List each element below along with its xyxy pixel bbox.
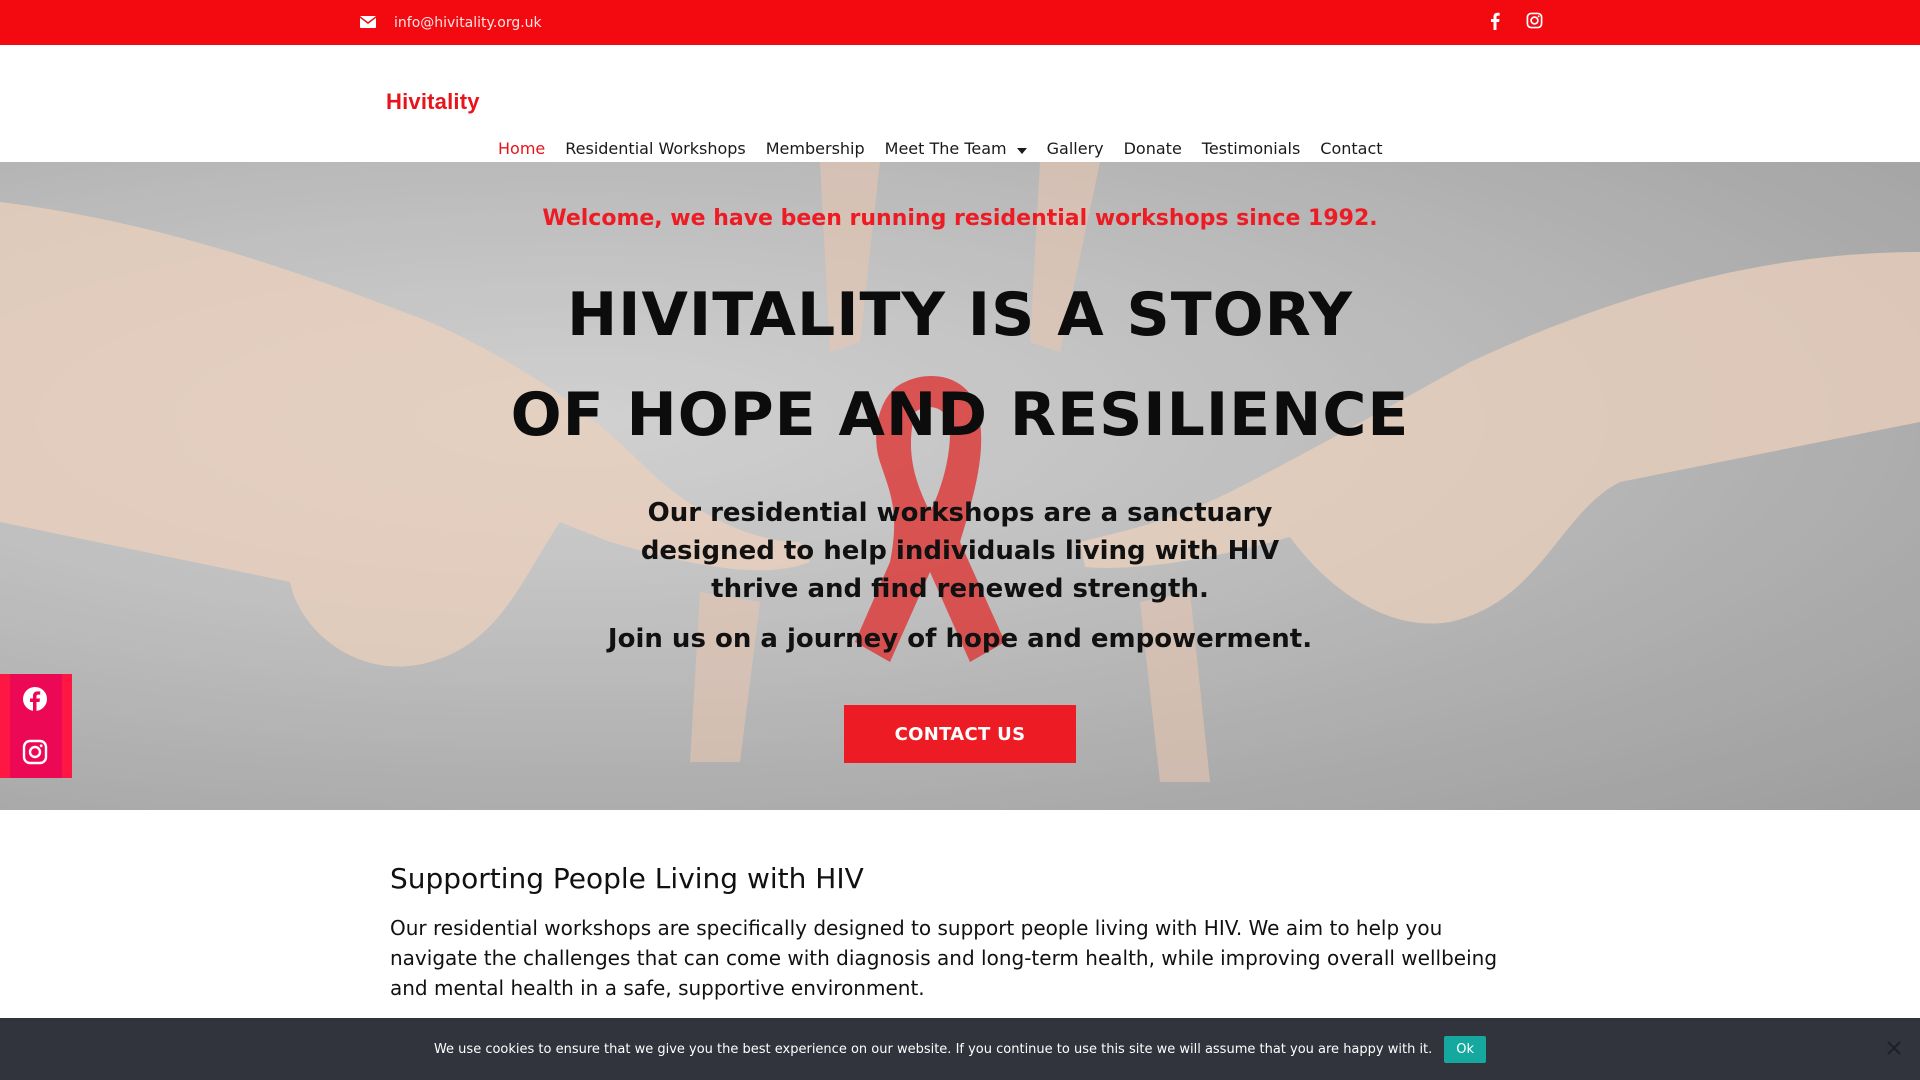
- section-body: Our residential workshops are specifical…: [390, 916, 1498, 1000]
- nav-item-label: Contact: [1320, 139, 1383, 158]
- intro-section: Supporting People Living with HIV Our re…: [390, 862, 1530, 1003]
- facebook-icon[interactable]: [22, 686, 48, 712]
- nav-item-label: Residential Workshops: [565, 139, 746, 158]
- hero-headline-line-2: OF HOPE AND RESILIENCE: [510, 380, 1410, 450]
- contact-us-button[interactable]: CONTACT US: [844, 705, 1076, 763]
- nav-item-contact[interactable]: Contact: [1310, 139, 1392, 158]
- hero-join-text: Join us on a journey of hope and empower…: [607, 624, 1313, 654]
- floating-social-bar: [0, 674, 72, 778]
- facebook-icon[interactable]: [1490, 12, 1500, 34]
- hero-headline-line-1: HIVITALITY IS A STORY: [566, 280, 1354, 350]
- nav-item-label: Gallery: [1046, 139, 1104, 158]
- email-text: info@hivitality.org.uk: [394, 14, 542, 31]
- topbar-socials: [1490, 0, 1543, 45]
- cookie-ok-button[interactable]: Ok: [1444, 1035, 1487, 1063]
- cookie-message-row: We use cookies to ensure that we give yo…: [0, 1018, 1920, 1080]
- instagram-icon[interactable]: [1526, 12, 1543, 33]
- contact-email-link[interactable]: info@hivitality.org.uk: [359, 0, 542, 45]
- nav-item-label: Home: [498, 139, 546, 158]
- section-title: Supporting People Living with HIV: [390, 862, 864, 895]
- nav-item-membership[interactable]: Membership: [756, 139, 875, 158]
- main-navigation: Hivitality Home Residential Workshops Me…: [0, 45, 1920, 162]
- nav-item-label: Meet The Team: [884, 139, 1007, 158]
- nav-item-testimonials[interactable]: Testimonials: [1192, 139, 1311, 158]
- nav-item-label: Donate: [1123, 139, 1182, 158]
- nav-item-label: Membership: [765, 139, 865, 158]
- top-bar: info@hivitality.org.uk: [0, 0, 1920, 45]
- nav-item-donate[interactable]: Donate: [1114, 139, 1192, 158]
- cookie-banner: We use cookies to ensure that we give yo…: [0, 1018, 1920, 1080]
- nav-item-home[interactable]: Home: [488, 139, 555, 158]
- hero-section: Welcome, we have been running residentia…: [0, 162, 1920, 810]
- envelope-icon: [359, 13, 377, 32]
- nav-item-meet-the-team[interactable]: Meet The Team: [875, 139, 1037, 158]
- hero-welcome-text: Welcome, we have been running residentia…: [542, 206, 1378, 231]
- caret-down-icon: [1016, 139, 1027, 158]
- hero-paragraph: Our residential workshops are a sanctuar…: [640, 498, 1280, 604]
- cookie-message: We use cookies to ensure that we give yo…: [433, 1041, 1433, 1057]
- site-logo[interactable]: Hivitality: [386, 89, 480, 115]
- instagram-icon[interactable]: [22, 739, 48, 765]
- close-icon[interactable]: [1886, 1040, 1902, 1056]
- nav-item-gallery[interactable]: Gallery: [1037, 139, 1114, 158]
- nav-item-label: Testimonials: [1201, 139, 1301, 158]
- nav-item-residential-workshops[interactable]: Residential Workshops: [555, 139, 756, 158]
